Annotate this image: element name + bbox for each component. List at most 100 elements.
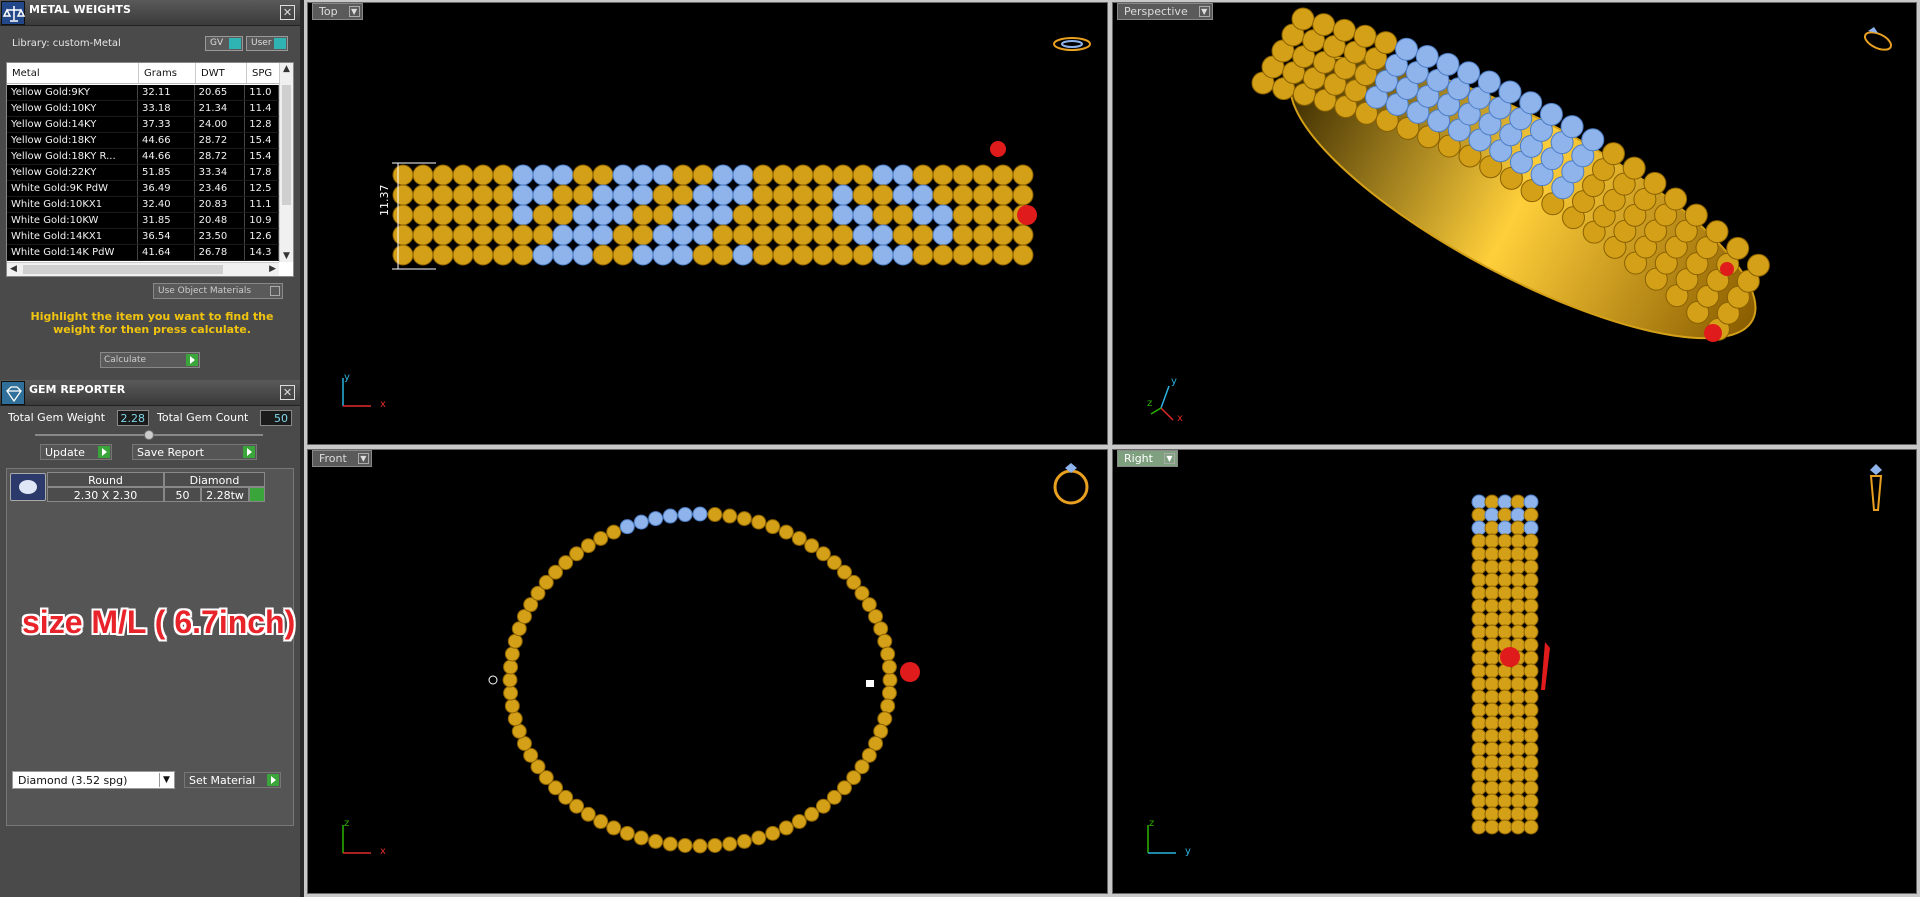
calculate-button[interactable]: Calculate	[100, 352, 200, 368]
horizontal-scrollbar[interactable]: ◀ ▶	[7, 262, 279, 276]
cell-dwt: 21.34	[195, 101, 246, 116]
table-row[interactable]: White Gold:14KX1 36.54 23.50 12.6	[7, 229, 279, 245]
cell-spg: 12.8	[245, 117, 279, 132]
library-label: Library: custom-Metal	[12, 38, 121, 49]
right-view-render[interactable]	[1113, 450, 1917, 894]
viewport-tab-right[interactable]: Right ▼	[1117, 450, 1178, 467]
cell-dwt: 20.83	[195, 197, 246, 212]
top-view-render[interactable]	[308, 3, 1108, 445]
cell-dwt: 33.34	[195, 165, 246, 180]
scroll-left-icon[interactable]: ◀	[10, 264, 17, 274]
table-row[interactable]: White Gold:10KX1 32.40 20.83 11.1	[7, 197, 279, 213]
column-header-grams[interactable]: Grams	[139, 63, 196, 83]
gem-reporter-panel: Total Gem Weight 2.28 Total Gem Count 50…	[0, 406, 300, 897]
chevron-down-icon[interactable]: ▼	[1163, 453, 1175, 464]
cell-metal: White Gold:14K PdW	[7, 245, 138, 260]
scroll-thumb[interactable]	[23, 265, 223, 274]
viewport-tab-label: Front	[319, 452, 347, 465]
update-label: Update	[45, 446, 85, 459]
close-icon[interactable]: ✕	[280, 5, 295, 20]
column-header-spg[interactable]: SPG	[247, 63, 281, 83]
viewport-tab-top[interactable]: Top ▼	[312, 3, 363, 20]
close-icon[interactable]: ✕	[280, 385, 295, 400]
front-view-render[interactable]	[308, 450, 1108, 894]
table-row[interactable]: Yellow Gold:18KY R... 44.66 28.72 15.4	[7, 149, 279, 165]
scroll-down-icon[interactable]: ▼	[283, 251, 290, 261]
viewport-tab-perspective[interactable]: Perspective ▼	[1117, 3, 1213, 20]
gem-reporter-title: GEM REPORTER	[29, 383, 126, 396]
cell-spg: 11.1	[245, 197, 279, 212]
cell-dwt: 24.00	[195, 117, 246, 132]
table-body: Yellow Gold:9KY 32.11 20.65 11.0 Yellow Gold…	[7, 85, 279, 261]
table-row[interactable]: Yellow Gold:18KY 44.66 28.72 15.4	[7, 133, 279, 149]
axis-x-label: x	[1177, 413, 1183, 424]
cell-grams: 44.66	[138, 149, 195, 164]
viewport-top[interactable]: 11.37 Top ▼ y x	[307, 2, 1108, 445]
table-row[interactable]: White Gold:14K PdW 41.64 26.78 14.3	[7, 245, 279, 261]
play-icon[interactable]	[249, 487, 265, 502]
cell-spg: 17.8	[245, 165, 279, 180]
metal-weights-table: Metal Grams DWT SPG Yellow Gold:9KY 32.11…	[6, 62, 294, 277]
table-row[interactable]: Yellow Gold:10KY 33.18 21.34 11.4	[7, 101, 279, 117]
chevron-down-icon[interactable]: ▼	[348, 6, 360, 17]
viewport-front[interactable]: Front ▼ z x	[307, 449, 1108, 894]
cell-spg: 12.6	[245, 229, 279, 244]
scroll-thumb[interactable]	[282, 85, 291, 205]
ring-icon	[1053, 463, 1089, 505]
table-row[interactable]: Yellow Gold:22KY 51.85 33.34 17.8	[7, 165, 279, 181]
table-row[interactable]: Yellow Gold:14KY 37.33 24.00 12.8	[7, 117, 279, 133]
cell-metal: White Gold:14KX1	[7, 229, 138, 244]
red-marker	[990, 141, 1006, 157]
axis-y-label: y	[1171, 376, 1177, 387]
viewport-right[interactable]: Right ▼ z y	[1112, 449, 1917, 894]
use-object-materials-checkbox[interactable]: Use Object Materials	[153, 283, 283, 299]
table-row[interactable]: White Gold:9K PdW 36.49 23.46 12.5	[7, 181, 279, 197]
toggle-indicator	[229, 38, 241, 49]
gem-count: 50	[164, 487, 201, 502]
scroll-right-icon[interactable]: ▶	[269, 264, 276, 274]
vertical-scrollbar[interactable]: ▲ ▼	[279, 63, 293, 262]
play-icon[interactable]	[267, 774, 279, 786]
table-header: Metal Grams DWT SPG	[7, 63, 293, 84]
scroll-up-icon[interactable]: ▲	[283, 64, 290, 74]
cell-grams: 32.11	[138, 85, 195, 100]
column-header-dwt[interactable]: DWT	[196, 63, 247, 83]
save-report-button[interactable]: Save Report	[132, 444, 257, 460]
viewport-tab-label: Top	[319, 5, 338, 18]
chevron-down-icon[interactable]: ▼	[1198, 6, 1210, 17]
gem-reporter-header: GEM REPORTER ✕	[0, 380, 300, 406]
perspective-view-render[interactable]	[1113, 3, 1917, 445]
user-toggle[interactable]: User	[246, 36, 288, 51]
update-button[interactable]: Update	[40, 444, 112, 460]
chevron-down-icon[interactable]: ▼	[357, 453, 369, 464]
red-marker	[1017, 205, 1037, 225]
cell-spg: 12.5	[245, 181, 279, 196]
column-header-metal[interactable]: Metal	[7, 63, 139, 83]
play-icon[interactable]	[186, 354, 198, 366]
red-marker	[1541, 642, 1550, 690]
play-icon[interactable]	[98, 446, 110, 458]
table-row[interactable]: Yellow Gold:9KY 32.11 20.65 11.0	[7, 85, 279, 101]
metal-weights-title: METAL WEIGHTS	[29, 3, 131, 16]
cell-spg: 10.9	[245, 213, 279, 228]
material-select-value: Diamond (3.52 spg)	[18, 774, 128, 787]
slider-handle[interactable]	[144, 430, 154, 440]
cell-spg: 11.0	[245, 85, 279, 100]
round-diamond-icon[interactable]	[10, 473, 46, 501]
set-material-button[interactable]: Set Material	[184, 772, 281, 788]
checkbox-icon[interactable]	[270, 286, 280, 296]
cell-dwt: 28.72	[195, 149, 246, 164]
dimension-label: 11.37	[378, 184, 391, 217]
gv-toggle[interactable]: GV	[205, 36, 243, 51]
material-select[interactable]: Diamond (3.52 spg) ▼	[12, 771, 175, 789]
viewport-perspective[interactable]: Perspective ▼ y z x	[1112, 2, 1917, 445]
axis-z-label: z	[344, 818, 350, 829]
chevron-down-icon[interactable]: ▼	[159, 773, 173, 787]
cell-grams: 31.85	[138, 213, 195, 228]
play-icon[interactable]	[243, 446, 255, 458]
viewport-tab-front[interactable]: Front ▼	[312, 450, 372, 467]
table-row[interactable]: White Gold:10KW 31.85 20.48 10.9	[7, 213, 279, 229]
axis-z-label: z	[1149, 818, 1155, 829]
calculate-label: Calculate	[104, 355, 147, 365]
cell-metal: Yellow Gold:22KY	[7, 165, 138, 180]
